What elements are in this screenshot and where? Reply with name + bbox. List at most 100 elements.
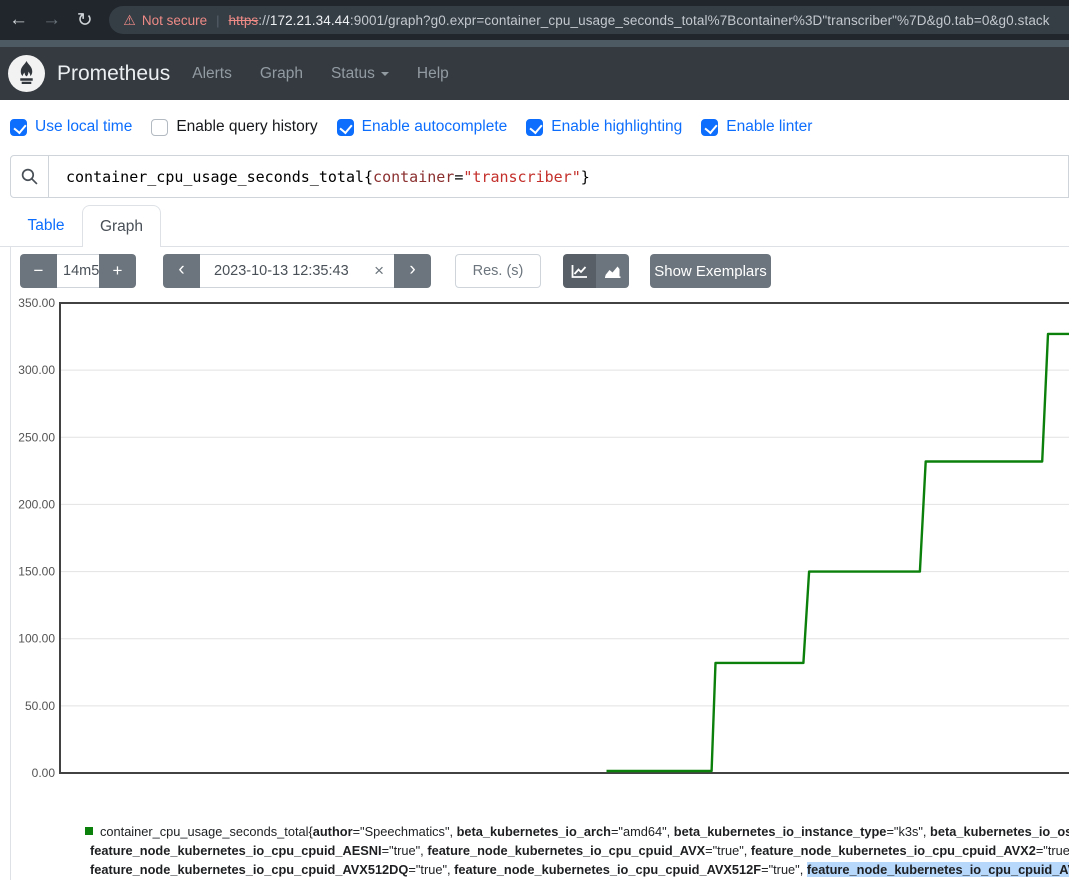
panel-tabs: Table Graph [0, 205, 1069, 247]
legend-text: ="true", [382, 843, 428, 858]
checkbox-checked-icon[interactable] [526, 119, 543, 136]
legend-text: ="k3s", [886, 824, 930, 839]
time-back-button[interactable]: ‹ [163, 254, 200, 288]
browser-toolbar: ← → ↻ ⚠ Not secure | https://172.21.34.4… [0, 0, 1069, 40]
query-token: "transcriber" [463, 168, 580, 186]
y-tick-label: 300.00 [18, 363, 55, 377]
tab-graph[interactable]: Graph [82, 205, 161, 247]
tab-table[interactable]: Table [10, 205, 82, 246]
range-increase-button[interactable]: + [99, 254, 136, 288]
option-label: Enable highlighting [551, 118, 682, 136]
legend-line[interactable]: feature_node_kubernetes_io_cpu_cpuid_AES… [85, 841, 1069, 860]
address-bar[interactable]: ⚠ Not secure | https://172.21.34.44:9001… [109, 6, 1069, 34]
browser-chrome-strip [0, 40, 1069, 47]
not-secure-label[interactable]: Not secure [142, 13, 207, 28]
checkbox-checked-icon[interactable] [701, 119, 718, 136]
y-tick-label: 150.00 [18, 565, 55, 579]
y-tick-label: 250.00 [18, 430, 55, 444]
query-editor: container_cpu_usage_seconds_total{contai… [10, 155, 1069, 198]
url-host: 172.21.34.44 [270, 13, 350, 28]
clear-datetime-icon[interactable]: × [374, 261, 384, 281]
nav-item-graph[interactable]: Graph [260, 65, 303, 83]
option-label: Enable linter [726, 118, 812, 136]
range-decrease-button[interactable]: − [20, 254, 57, 288]
show-exemplars-button[interactable]: Show Exemplars [650, 254, 771, 288]
legend-text: beta_kubernetes_io_os [930, 824, 1069, 839]
nav-item-help[interactable]: Help [417, 65, 449, 83]
legend-text: feature_node_kubernetes_io_cpu_cpuid_AVX… [454, 862, 761, 877]
query-token: container [373, 168, 454, 186]
option-enable-highlighting[interactable]: Enable highlighting [526, 118, 682, 136]
query-token: = [454, 168, 463, 186]
browser-reload-icon[interactable]: ↻ [70, 5, 99, 35]
legend-text: ="true", [705, 843, 751, 858]
query-input[interactable]: container_cpu_usage_seconds_total{contai… [49, 155, 1069, 198]
resolution-input[interactable]: Res. (s) [455, 254, 541, 288]
option-label: Enable autocomplete [362, 118, 508, 136]
dropdown-caret-icon [381, 72, 389, 76]
option-label: Enable query history [176, 118, 317, 136]
url-scheme: https [229, 13, 259, 28]
y-tick-label: 200.00 [18, 497, 55, 511]
graph-controls: − 14m5 + ‹ 2023-10-13 12:35:43 × › Res. … [0, 254, 1069, 288]
line-chart-toggle-button[interactable] [563, 254, 596, 288]
legend-text: feature_node_kubernetes_io_cpu_cpuid_AVX… [90, 862, 408, 877]
search-icon [21, 168, 38, 185]
legend-text: feature_node_kubernetes_io_cpu_cpuid_AVX [427, 843, 705, 858]
prometheus-flame [15, 61, 38, 86]
time-forward-button[interactable]: › [394, 254, 431, 288]
page-url[interactable]: https://172.21.34.44:9001/graph?g0.expr=… [229, 13, 1050, 28]
query-token: } [581, 168, 590, 186]
datetime-input[interactable]: 2023-10-13 12:35:43 × [200, 254, 394, 288]
legend-text: feature_node_kubernetes_io_cpu_cpuid_AVX… [751, 843, 1036, 858]
chart-canvas: 12:2112:2212:2312:2412:2512:2612:2712:28… [0, 296, 1069, 802]
browser-forward-icon[interactable]: → [37, 5, 66, 35]
brand-title[interactable]: Prometheus [57, 62, 170, 86]
prometheus-logo-icon[interactable] [8, 55, 45, 92]
chart-legend[interactable]: container_cpu_usage_seconds_total{author… [85, 822, 1069, 879]
option-enable-linter[interactable]: Enable linter [701, 118, 812, 136]
legend-text: ="Speechmatics", [353, 824, 457, 839]
legend-text: feature_node_kubernetes_io_cpu_cpuid_AES… [90, 843, 382, 858]
query-token: container_cpu_usage_seconds_total{ [66, 168, 373, 186]
option-enable-autocomplete[interactable]: Enable autocomplete [337, 118, 508, 136]
line-chart-icon [571, 264, 588, 279]
datetime-value: 2023-10-13 12:35:43 [214, 263, 349, 279]
y-tick-label: 0.00 [32, 766, 56, 780]
legend-line[interactable]: container_cpu_usage_seconds_total{author… [85, 822, 1069, 841]
nav-links: Alerts Graph Status Help [192, 65, 449, 83]
checkbox-checked-icon[interactable] [337, 119, 354, 136]
legend-swatch-icon [85, 827, 93, 835]
url-remainder: :9001/graph?g0.expr=container_cpu_usage_… [350, 13, 1050, 28]
y-tick-label: 100.00 [18, 632, 55, 646]
url-scheme-sep: :// [258, 13, 270, 28]
legend-text: beta_kubernetes_io_arch [457, 824, 611, 839]
option-enable-query-history[interactable]: Enable query history [151, 118, 317, 136]
range-input[interactable]: 14m5 [57, 254, 99, 288]
checkbox-checked-icon[interactable] [10, 119, 27, 136]
legend-text: ="true", [761, 862, 807, 877]
checkbox-unchecked-icon[interactable] [151, 119, 168, 136]
legend-text: ="true", [408, 862, 454, 877]
y-tick-label: 350.00 [18, 296, 55, 310]
nav-item-alerts[interactable]: Alerts [192, 65, 232, 83]
option-label: Use local time [35, 118, 132, 136]
nav-item-status[interactable]: Status [331, 65, 389, 83]
stacked-chart-toggle-button[interactable] [596, 254, 629, 288]
options-row: Use local time Enable query history Enable… [10, 112, 1060, 142]
y-tick-label: 50.00 [25, 699, 55, 713]
legend-line[interactable]: feature_node_kubernetes_io_cpu_cpuid_AVX… [85, 860, 1069, 879]
legend-text: author [313, 824, 353, 839]
search-icon-box [10, 155, 49, 198]
address-separator: | [216, 13, 219, 28]
prometheus-navbar: Prometheus Alerts Graph Status Help [0, 47, 1069, 100]
browser-back-icon[interactable]: ← [4, 5, 33, 35]
stacked-chart-icon [604, 264, 621, 279]
legend-text: container_cpu_usage_seconds_total{ [100, 824, 313, 839]
option-use-local-time[interactable]: Use local time [10, 118, 132, 136]
legend-text-selected: feature_node_kubernetes_io_cpu_cpuid_AVX… [807, 862, 1069, 877]
graph-chart[interactable]: 12:2112:2212:2312:2412:2512:2612:2712:28… [0, 296, 1069, 802]
legend-text: ="amd64", [611, 824, 674, 839]
legend-text: ="true", [1036, 843, 1069, 858]
not-secure-warning-icon[interactable]: ⚠ [123, 12, 136, 29]
